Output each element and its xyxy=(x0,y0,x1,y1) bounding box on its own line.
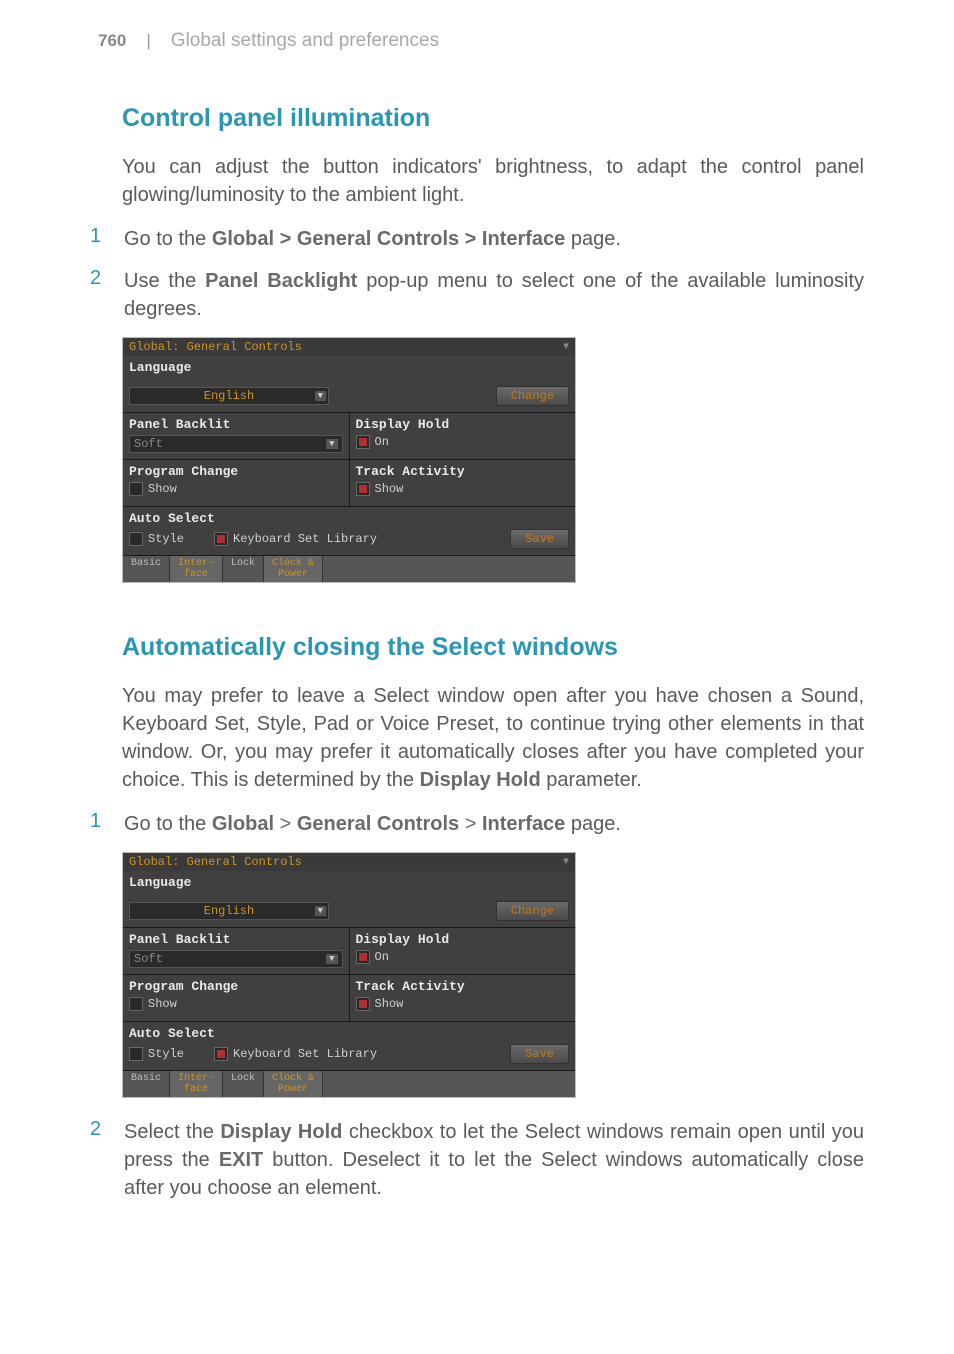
display-hold-checkbox[interactable]: On xyxy=(356,950,389,964)
section1-intro: You can adjust the button indicators' br… xyxy=(122,153,864,209)
chevron-down-icon: ▼ xyxy=(315,391,326,401)
checkbox-icon xyxy=(129,997,143,1011)
track-activity-checkbox[interactable]: Show xyxy=(356,482,404,496)
program-change-checkbox[interactable]: Show xyxy=(129,997,177,1011)
checkbox-icon xyxy=(356,435,370,449)
tab-lock[interactable]: Lock xyxy=(223,1071,264,1097)
step-number: 1 xyxy=(90,225,102,253)
step-1-2: 2 Use the Panel Backlight pop-up menu to… xyxy=(90,267,864,323)
checkbox-icon xyxy=(356,997,370,1011)
change-button[interactable]: Change xyxy=(496,901,569,921)
chapter-title: Global settings and preferences xyxy=(171,30,439,52)
section-heading-autoclose: Automatically closing the Select windows xyxy=(122,633,864,662)
ss-titlebar: Global: General Controls ▼ xyxy=(123,853,575,871)
header-divider: | xyxy=(146,31,150,51)
page-header: 760 | Global settings and preferences xyxy=(98,30,864,52)
page-number: 760 xyxy=(98,31,126,51)
embedded-screenshot-1: Global: General Controls ▼ Language Engl… xyxy=(122,337,576,583)
program-change-label: Program Change xyxy=(129,979,343,994)
save-button[interactable]: Save xyxy=(510,1044,569,1064)
language-dropdown[interactable]: English ▼ xyxy=(129,387,329,405)
display-hold-checkbox[interactable]: On xyxy=(356,435,389,449)
step-text: Go to the Global > General Controls > In… xyxy=(124,810,864,838)
track-activity-label: Track Activity xyxy=(356,464,570,479)
change-button[interactable]: Change xyxy=(496,386,569,406)
panel-backlit-dropdown[interactable]: Soft ▼ xyxy=(129,950,343,968)
tab-clock-power[interactable]: Clock & Power xyxy=(264,556,323,582)
checkbox-icon xyxy=(129,532,143,546)
language-dropdown[interactable]: English ▼ xyxy=(129,902,329,920)
panel-backlit-label: Panel Backlit xyxy=(129,932,343,947)
step-2-2: 2 Select the Display Hold checkbox to le… xyxy=(90,1118,864,1202)
auto-select-style-checkbox[interactable]: Style xyxy=(129,1047,184,1061)
checkbox-icon xyxy=(129,1047,143,1061)
section-heading-illumination: Control panel illumination xyxy=(122,104,864,133)
ss-titlebar: Global: General Controls ▼ xyxy=(123,338,575,356)
chevron-down-icon: ▼ xyxy=(326,439,337,449)
chevron-down-icon: ▼ xyxy=(326,954,337,964)
checkbox-icon xyxy=(214,532,228,546)
tab-interface[interactable]: Inter- face xyxy=(170,1071,223,1097)
menu-icon[interactable]: ▼ xyxy=(563,857,569,868)
auto-select-kbd-checkbox[interactable]: Keyboard Set Library xyxy=(214,1047,377,1061)
section2-intro: You may prefer to leave a Select window … xyxy=(122,682,864,794)
save-button[interactable]: Save xyxy=(510,529,569,549)
panel-backlit-dropdown[interactable]: Soft ▼ xyxy=(129,435,343,453)
checkbox-icon xyxy=(214,1047,228,1061)
auto-select-style-checkbox[interactable]: Style xyxy=(129,532,184,546)
checkbox-icon xyxy=(356,482,370,496)
step-number: 2 xyxy=(90,1118,102,1202)
menu-icon[interactable]: ▼ xyxy=(563,342,569,353)
tab-clock-power[interactable]: Clock & Power xyxy=(264,1071,323,1097)
tab-interface[interactable]: Inter- face xyxy=(170,556,223,582)
auto-select-label: Auto Select xyxy=(129,511,569,526)
chevron-down-icon: ▼ xyxy=(315,906,326,916)
tab-lock[interactable]: Lock xyxy=(223,556,264,582)
ss-tabs: Basic Inter- face Lock Clock & Power xyxy=(123,1070,575,1097)
display-hold-label: Display Hold xyxy=(356,417,570,432)
embedded-screenshot-2: Global: General Controls ▼ Language Engl… xyxy=(122,852,576,1098)
step-text: Use the Panel Backlight pop-up menu to s… xyxy=(124,267,864,323)
step-number: 1 xyxy=(90,810,102,838)
step-number: 2 xyxy=(90,267,102,323)
ss-tabs: Basic Inter- face Lock Clock & Power xyxy=(123,555,575,582)
ss-title: Global: General Controls xyxy=(129,855,302,869)
step-2-1: 1 Go to the Global > General Controls > … xyxy=(90,810,864,838)
panel-backlit-label: Panel Backlit xyxy=(129,417,343,432)
program-change-label: Program Change xyxy=(129,464,343,479)
language-label: Language xyxy=(129,875,569,890)
display-hold-label: Display Hold xyxy=(356,932,570,947)
checkbox-icon xyxy=(356,950,370,964)
tab-basic[interactable]: Basic xyxy=(123,1071,170,1097)
step-text: Select the Display Hold checkbox to let … xyxy=(124,1118,864,1202)
auto-select-label: Auto Select xyxy=(129,1026,569,1041)
auto-select-kbd-checkbox[interactable]: Keyboard Set Library xyxy=(214,532,377,546)
tab-basic[interactable]: Basic xyxy=(123,556,170,582)
track-activity-checkbox[interactable]: Show xyxy=(356,997,404,1011)
language-label: Language xyxy=(129,360,569,375)
step-text: Go to the Global > General Controls > In… xyxy=(124,225,864,253)
program-change-checkbox[interactable]: Show xyxy=(129,482,177,496)
track-activity-label: Track Activity xyxy=(356,979,570,994)
step-1-1: 1 Go to the Global > General Controls > … xyxy=(90,225,864,253)
checkbox-icon xyxy=(129,482,143,496)
ss-title: Global: General Controls xyxy=(129,340,302,354)
